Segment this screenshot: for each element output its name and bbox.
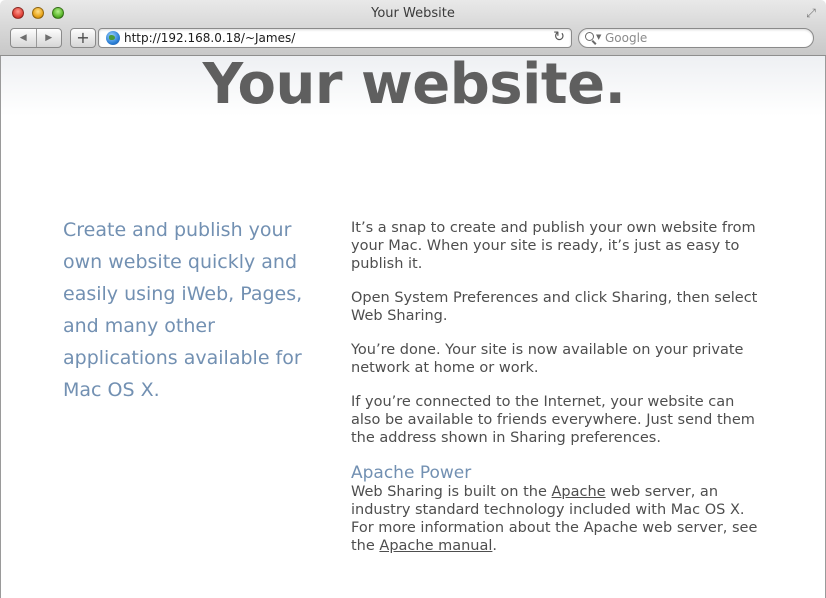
paragraph-sharing: Open System Preferences and click Sharin…: [351, 290, 758, 324]
fullscreen-icon[interactable]: ⤢: [804, 6, 818, 20]
page-tagline: Create and publish your own website quic…: [63, 219, 303, 401]
web-page: Your website. Create and publish your ow…: [0, 52, 826, 598]
main-content: It’s a snap to create and publish your o…: [351, 219, 761, 571]
browser-toolbar: Your Website ⤢ ◀ ▶ + http://192.168.0.18…: [0, 0, 826, 56]
apache-text-end: .: [492, 538, 498, 554]
apache-heading: Apache Power: [351, 463, 472, 483]
paragraph-done: You’re done. Your site is now available …: [351, 342, 744, 376]
add-bookmark-button[interactable]: +: [70, 28, 96, 48]
back-button[interactable]: ◀: [11, 29, 36, 47]
search-box[interactable]: ▼: [578, 28, 814, 48]
forward-arrow-icon: ▶: [45, 33, 53, 43]
paragraph-internet: If you’re connected to the Internet, you…: [351, 394, 755, 446]
window-title: Your Website: [371, 6, 455, 21]
search-input[interactable]: [605, 30, 805, 46]
paragraph-apache: Web Sharing is built on the Apache web s…: [351, 483, 761, 555]
apache-text-start: Web Sharing is built on the: [351, 484, 552, 500]
address-bar[interactable]: http://192.168.0.18/~James/ ↻: [98, 28, 572, 48]
back-arrow-icon: ◀: [19, 33, 27, 43]
apache-link[interactable]: Apache: [552, 484, 606, 500]
paragraph-intro: It’s a snap to create and publish your o…: [351, 220, 756, 272]
browser-window: Your Website ⤢ ◀ ▶ + http://192.168.0.18…: [0, 0, 826, 598]
chevron-down-icon[interactable]: ▼: [596, 33, 601, 41]
forward-button[interactable]: ▶: [35, 29, 62, 47]
navigation-buttons: ◀ ▶: [10, 28, 62, 48]
page-headline: Your website.: [202, 52, 626, 117]
search-icon[interactable]: [585, 32, 594, 41]
url-text[interactable]: http://192.168.0.18/~James/: [124, 31, 295, 45]
reload-icon[interactable]: ↻: [553, 29, 565, 45]
apache-manual-link[interactable]: Apache manual: [379, 538, 492, 554]
globe-icon: [106, 31, 120, 45]
